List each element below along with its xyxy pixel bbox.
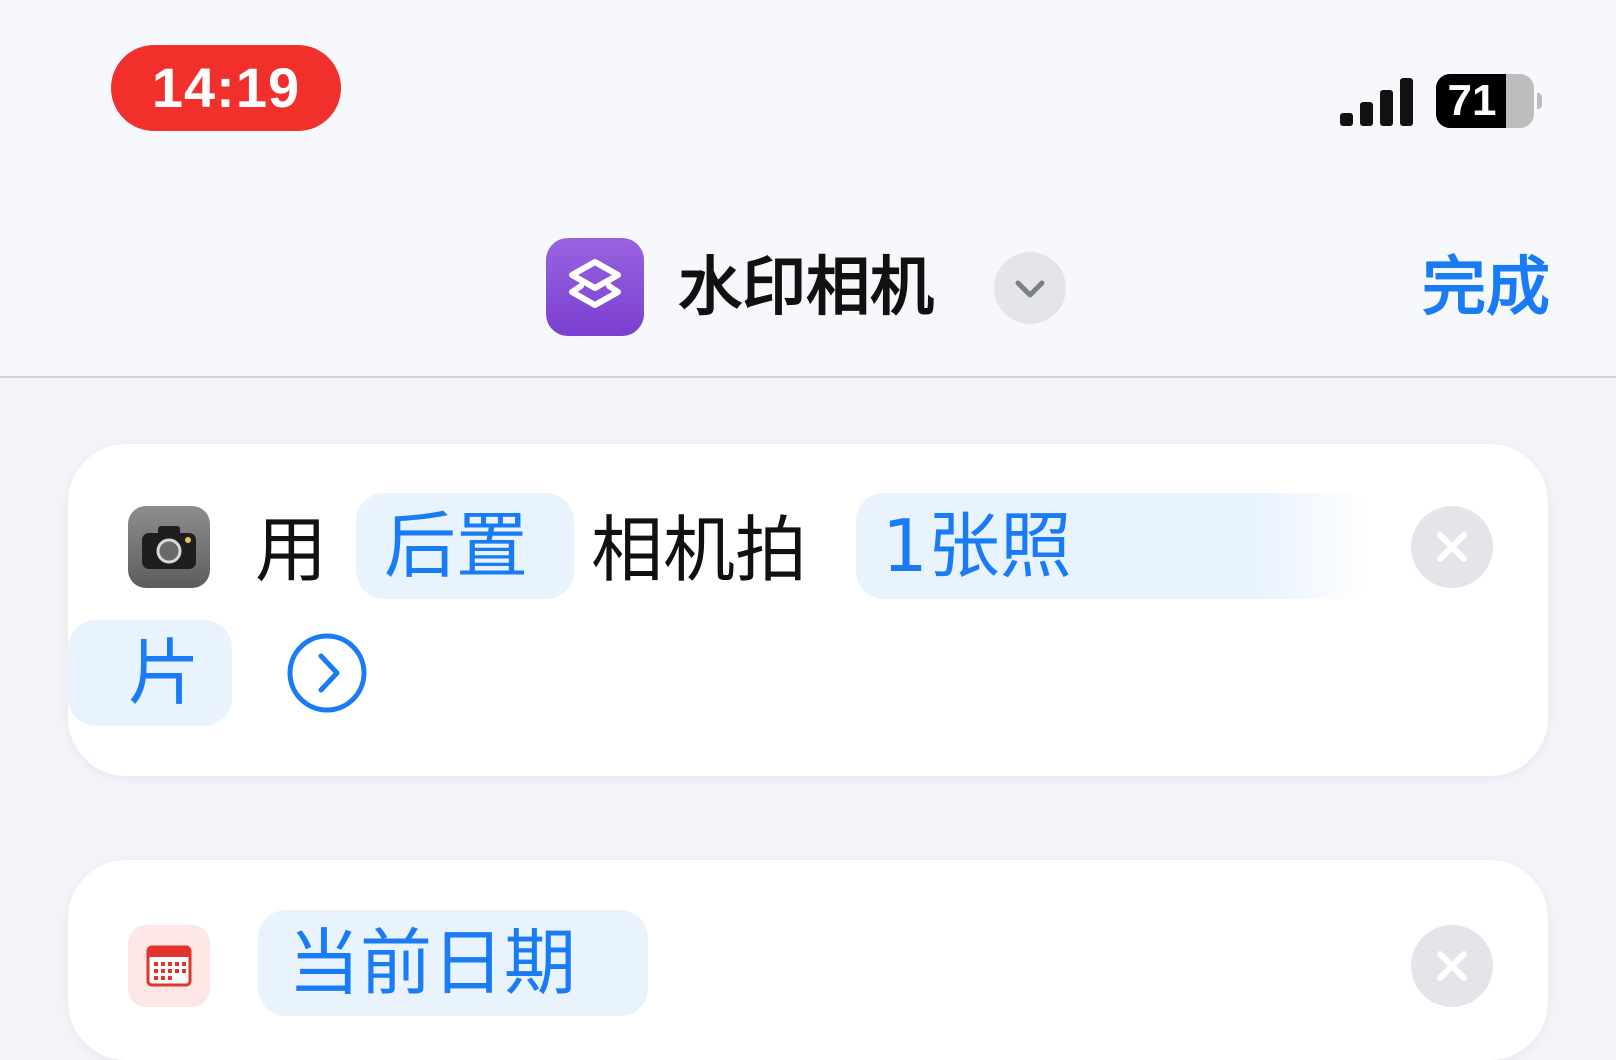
- signal-bar-2: [1360, 102, 1373, 126]
- layers-glyph: [569, 259, 621, 308]
- chevron-down-glyph: [1015, 280, 1045, 298]
- camera-position-token[interactable]: 后置: [356, 493, 574, 599]
- action-card-current-date[interactable]: 当前日期: [68, 860, 1548, 1060]
- expand-glyph: [287, 633, 367, 713]
- close-icon: [1437, 532, 1467, 562]
- signal-bar-3: [1380, 90, 1393, 126]
- battery-icon: 71: [1436, 74, 1534, 128]
- current-date-token[interactable]: 当前日期: [258, 910, 648, 1016]
- remove-action-button[interactable]: [1411, 506, 1493, 588]
- remove-action-button[interactable]: [1411, 925, 1493, 1007]
- action-text-take: 相机拍: [591, 508, 808, 592]
- action-text-use: 用: [255, 508, 328, 592]
- calendar-icon: [128, 925, 210, 1007]
- camera-icon: [128, 506, 210, 588]
- camera-glyph: [142, 526, 196, 569]
- calendar-glyph: [146, 945, 192, 987]
- signal-bar-1: [1340, 113, 1353, 126]
- status-time-pill[interactable]: 14:19: [111, 45, 341, 131]
- cellular-signal-icon: [1340, 78, 1414, 126]
- close-icon: [1437, 951, 1467, 981]
- signal-bar-4: [1400, 78, 1413, 126]
- chevron-down-icon[interactable]: [994, 252, 1066, 324]
- done-button[interactable]: 完成: [1400, 240, 1550, 336]
- photo-count-token[interactable]: 1张照: [856, 493, 1370, 599]
- battery-cap: [1537, 93, 1542, 109]
- chevron-right-circle-icon[interactable]: [286, 632, 368, 714]
- photo-count-token-continued[interactable]: 片: [68, 620, 232, 726]
- navigation-header: 14:19 71 水印相机 完成: [0, 0, 1616, 378]
- battery-percent: 71: [1447, 76, 1497, 125]
- shortcut-title[interactable]: 水印相机: [678, 240, 934, 336]
- shortcuts-layers-icon[interactable]: [546, 238, 644, 336]
- action-card-take-photo[interactable]: 用 后置 相机拍 1张照 片: [68, 444, 1548, 776]
